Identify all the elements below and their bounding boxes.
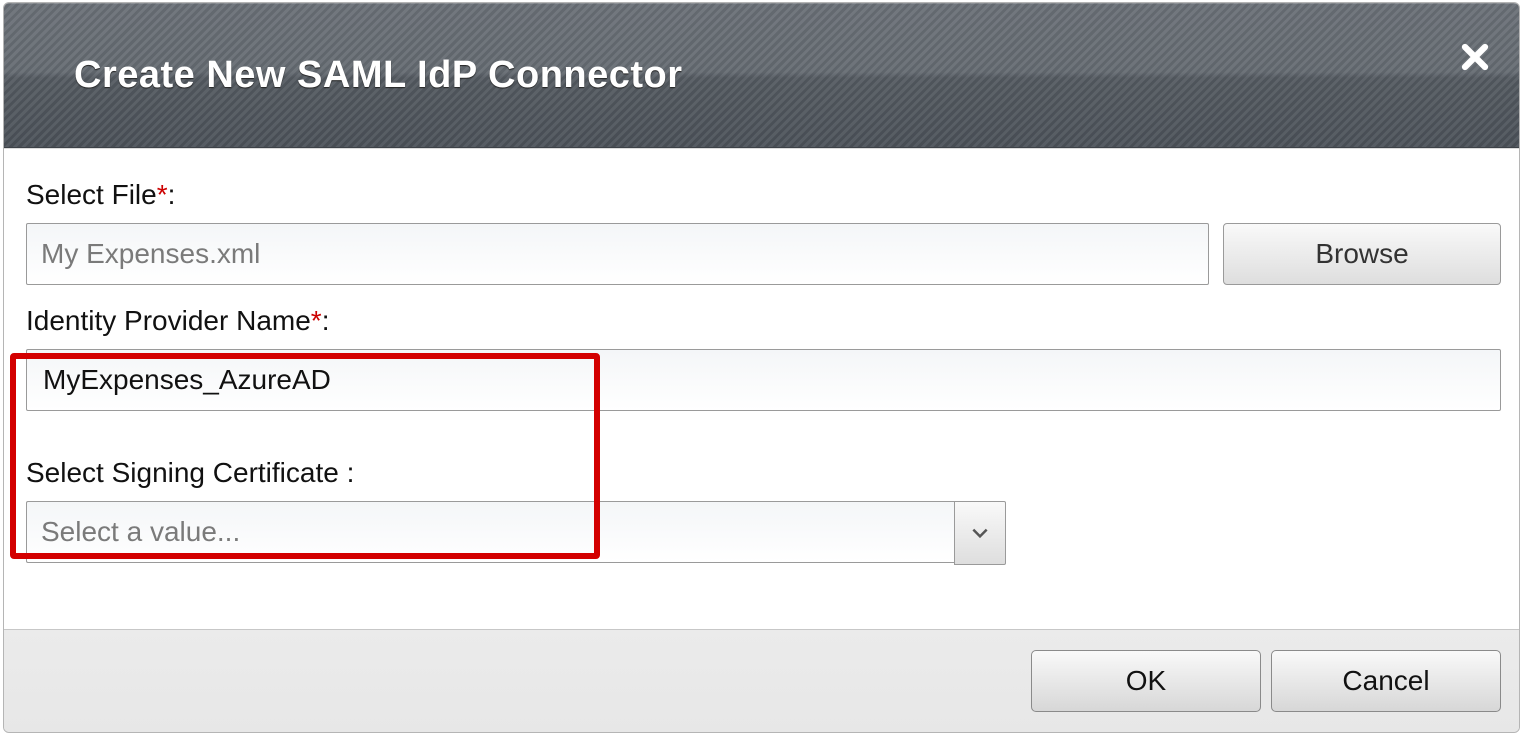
signing-cert-label: Select Signing Certificate : xyxy=(26,457,1501,489)
ok-button[interactable]: OK xyxy=(1031,650,1261,712)
dialog-titlebar: Create New SAML IdP Connector xyxy=(4,3,1519,148)
close-icon xyxy=(1460,42,1490,72)
chevron-down-icon xyxy=(970,526,990,540)
idp-name-label: Identity Provider Name*: xyxy=(26,305,1501,337)
select-file-label: Select File*: xyxy=(26,179,1501,211)
idp-name-input[interactable] xyxy=(41,363,1486,397)
select-file-group: Select File*: My Expenses.xml Browse xyxy=(26,179,1501,285)
signing-cert-select[interactable]: Select a value... xyxy=(26,501,1006,565)
cancel-button[interactable]: Cancel xyxy=(1271,650,1501,712)
signing-cert-display: Select a value... xyxy=(26,501,954,563)
dialog: Create New SAML IdP Connector Select Fil… xyxy=(3,2,1520,733)
signing-cert-group: Select Signing Certificate : Select a va… xyxy=(26,457,1501,565)
dialog-body: Select File*: My Expenses.xml Browse Ide… xyxy=(4,148,1519,629)
browse-button[interactable]: Browse xyxy=(1223,223,1501,285)
dialog-title: Create New SAML IdP Connector xyxy=(74,54,683,97)
signing-cert-dropdown-button[interactable] xyxy=(954,501,1006,565)
select-file-path-display: My Expenses.xml xyxy=(26,223,1209,285)
idp-name-group: Identity Provider Name*: xyxy=(26,305,1501,411)
idp-name-input-wrapper xyxy=(26,349,1501,411)
close-button[interactable] xyxy=(1457,39,1493,75)
dialog-footer: OK Cancel xyxy=(4,629,1519,732)
